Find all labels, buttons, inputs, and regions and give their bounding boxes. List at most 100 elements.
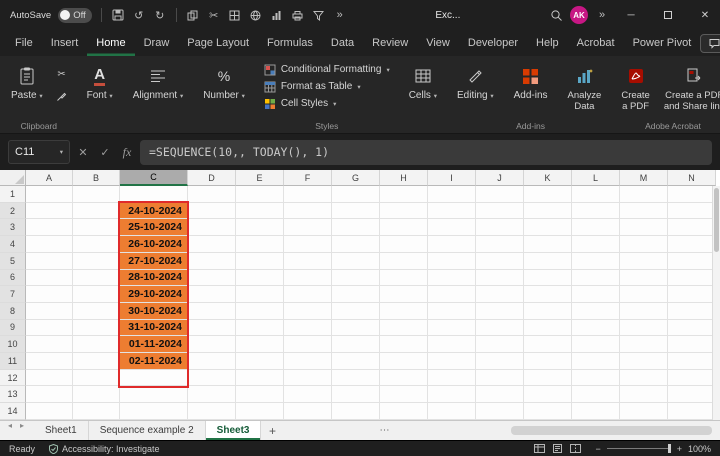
cell-G8[interactable]	[332, 303, 380, 320]
cell-L11[interactable]	[572, 353, 620, 370]
cell-M10[interactable]	[620, 336, 668, 353]
cell-N6[interactable]	[668, 270, 716, 287]
cell-D10[interactable]	[188, 336, 236, 353]
cell-K2[interactable]	[524, 203, 572, 220]
new-sheet-button[interactable]: +	[261, 421, 283, 440]
editing-button[interactable]: Editing ▾	[450, 61, 501, 105]
cell-J7[interactable]	[476, 286, 524, 303]
cell-F9[interactable]	[284, 320, 332, 337]
cell-J5[interactable]	[476, 253, 524, 270]
cell-M2[interactable]	[620, 203, 668, 220]
number-button[interactable]: % Number ▾	[196, 61, 252, 105]
cell-J8[interactable]	[476, 303, 524, 320]
name-box[interactable]: C11 ▾	[8, 140, 70, 164]
cell-M4[interactable]	[620, 236, 668, 253]
cell-A13[interactable]	[26, 386, 73, 403]
cell-I14[interactable]	[428, 403, 476, 420]
grid-icon[interactable]	[228, 8, 242, 22]
cell-J11[interactable]	[476, 353, 524, 370]
tab-insert[interactable]: Insert	[42, 30, 88, 56]
cell-I13[interactable]	[428, 386, 476, 403]
globe-icon[interactable]	[249, 8, 263, 22]
cell-H4[interactable]	[380, 236, 428, 253]
cell-L3[interactable]	[572, 219, 620, 236]
cell-K1[interactable]	[524, 186, 572, 203]
cell-B3[interactable]	[73, 219, 120, 236]
vertical-scrollbar-thumb[interactable]	[714, 188, 719, 252]
cell-D13[interactable]	[188, 386, 236, 403]
cell-E12[interactable]	[236, 370, 284, 387]
cell-K11[interactable]	[524, 353, 572, 370]
cell-C8[interactable]: 30-10-2024	[120, 303, 188, 320]
vertical-scrollbar[interactable]	[712, 186, 720, 420]
cell-B2[interactable]	[73, 203, 120, 220]
cell-N7[interactable]	[668, 286, 716, 303]
cell-L2[interactable]	[572, 203, 620, 220]
sheet-nav-left-icon[interactable]: ◂	[8, 421, 12, 430]
cell-A8[interactable]	[26, 303, 73, 320]
row-header-14[interactable]: 14	[0, 403, 26, 420]
cell-D7[interactable]	[188, 286, 236, 303]
formula-input[interactable]: =SEQUENCE(10,, TODAY(), 1)	[140, 140, 712, 165]
cell-C4[interactable]: 26-10-2024	[120, 236, 188, 253]
tab-view[interactable]: View	[417, 30, 459, 56]
row-header-12[interactable]: 12	[0, 370, 26, 387]
cell-C14[interactable]	[120, 403, 188, 420]
sheet-nav-right-icon[interactable]: ▸	[20, 421, 24, 430]
cell-J14[interactable]	[476, 403, 524, 420]
cell-D8[interactable]	[188, 303, 236, 320]
cell-A14[interactable]	[26, 403, 73, 420]
cell-C7[interactable]: 29-10-2024	[120, 286, 188, 303]
conditional-formatting-button[interactable]: Conditional Formatting▾	[258, 61, 396, 78]
cancel-button[interactable]: ✕	[74, 141, 92, 163]
cell-F11[interactable]	[284, 353, 332, 370]
cell-B5[interactable]	[73, 253, 120, 270]
column-header-M[interactable]: M	[620, 170, 668, 186]
printer-icon[interactable]	[291, 8, 305, 22]
row-header-5[interactable]: 5	[0, 253, 26, 270]
column-header-C[interactable]: C	[120, 170, 188, 186]
cell-J6[interactable]	[476, 270, 524, 287]
cell-H14[interactable]	[380, 403, 428, 420]
column-header-F[interactable]: F	[284, 170, 332, 186]
page-layout-view-icon[interactable]	[552, 444, 563, 453]
select-all-button[interactable]	[0, 170, 26, 186]
cell-A2[interactable]	[26, 203, 73, 220]
cell-D3[interactable]	[188, 219, 236, 236]
zoom-slider-thumb[interactable]	[668, 444, 671, 453]
cell-B11[interactable]	[73, 353, 120, 370]
row-header-7[interactable]: 7	[0, 286, 26, 303]
cell-E14[interactable]	[236, 403, 284, 420]
cell-J9[interactable]	[476, 320, 524, 337]
cell-A11[interactable]	[26, 353, 73, 370]
cell-H5[interactable]	[380, 253, 428, 270]
cell-K3[interactable]	[524, 219, 572, 236]
cell-C2[interactable]: 24-10-2024	[120, 203, 188, 220]
ribbon-options-icon[interactable]: »	[595, 8, 609, 22]
tab-acrobat[interactable]: Acrobat	[568, 30, 624, 56]
cell-N14[interactable]	[668, 403, 716, 420]
search-icon[interactable]	[549, 8, 563, 22]
create-pdf-share-button[interactable]: Create a PDFand Share link	[657, 61, 720, 116]
cell-A9[interactable]	[26, 320, 73, 337]
cell-E9[interactable]	[236, 320, 284, 337]
column-header-L[interactable]: L	[572, 170, 620, 186]
tab-review[interactable]: Review	[363, 30, 417, 56]
cell-E2[interactable]	[236, 203, 284, 220]
cell-J13[interactable]	[476, 386, 524, 403]
cell-N12[interactable]	[668, 370, 716, 387]
cell-I9[interactable]	[428, 320, 476, 337]
cell-C10[interactable]: 01-11-2024	[120, 336, 188, 353]
cell-L4[interactable]	[572, 236, 620, 253]
cell-G9[interactable]	[332, 320, 380, 337]
cell-F14[interactable]	[284, 403, 332, 420]
row-header-3[interactable]: 3	[0, 219, 26, 236]
cell-N9[interactable]	[668, 320, 716, 337]
cell-E13[interactable]	[236, 386, 284, 403]
cell-M9[interactable]	[620, 320, 668, 337]
accessibility-status[interactable]: Accessibility: Investigate	[49, 444, 160, 454]
horizontal-scrollbar-thumb[interactable]	[511, 426, 712, 435]
cell-M13[interactable]	[620, 386, 668, 403]
cell-F7[interactable]	[284, 286, 332, 303]
more-commands-icon[interactable]: »	[333, 8, 347, 22]
